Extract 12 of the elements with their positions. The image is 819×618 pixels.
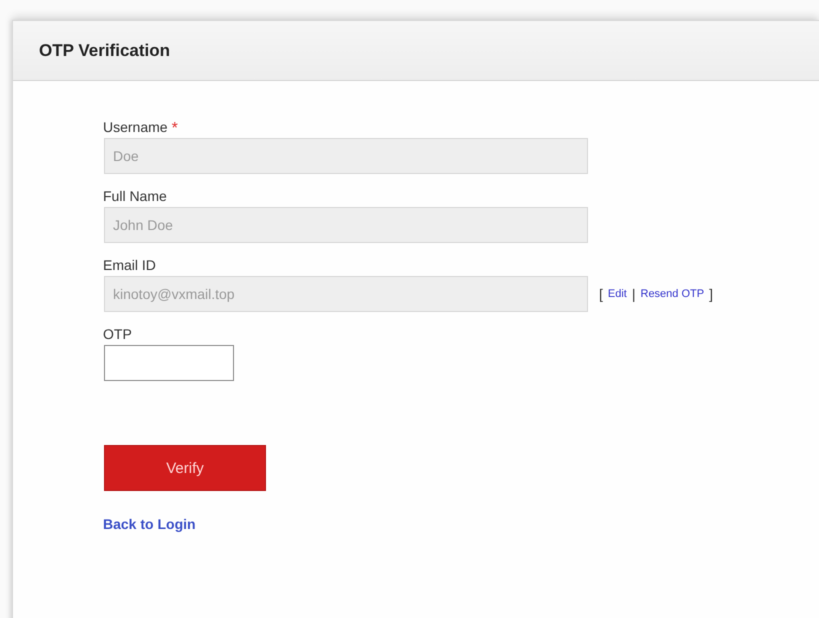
verify-button[interactable]: Verify bbox=[104, 445, 266, 491]
field-label: Username bbox=[103, 119, 168, 135]
separator: | bbox=[632, 286, 636, 302]
bracket: ] bbox=[709, 286, 713, 302]
field-label: Email ID bbox=[103, 257, 156, 273]
bracket: [ bbox=[599, 286, 603, 302]
required-mark: * bbox=[172, 120, 178, 138]
field-label: Full Name bbox=[103, 188, 167, 204]
input-field[interactable] bbox=[104, 345, 234, 381]
back-link[interactable]: Back to Login bbox=[103, 516, 196, 532]
panel-title: OTP Verification bbox=[39, 40, 170, 60]
field-label: OTP bbox=[103, 326, 132, 342]
